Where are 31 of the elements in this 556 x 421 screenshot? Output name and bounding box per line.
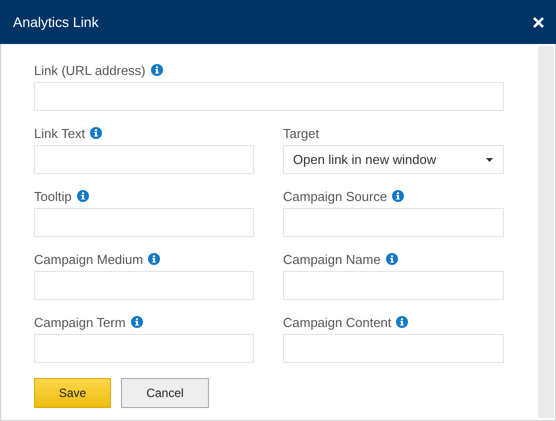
text-field[interactable] bbox=[34, 271, 254, 300]
field-label: Campaign Term bbox=[34, 314, 126, 330]
field-label: Target bbox=[283, 126, 320, 140]
info-icon[interactable] bbox=[150, 64, 163, 76]
field-label: Campaign Name bbox=[283, 252, 381, 266]
caret-icon bbox=[486, 158, 493, 162]
text-field[interactable] bbox=[34, 334, 254, 363]
field-label: Link (URL address) bbox=[34, 62, 146, 78]
info-icon[interactable] bbox=[396, 316, 408, 328]
info-icon[interactable] bbox=[76, 190, 89, 202]
field-label: Campaign Content bbox=[283, 314, 392, 330]
text-field[interactable] bbox=[34, 145, 254, 174]
field-label: Link Text bbox=[34, 126, 86, 140]
close-icon[interactable] bbox=[533, 16, 544, 28]
field-label: Campaign Source bbox=[283, 188, 388, 204]
text-field[interactable] bbox=[283, 334, 504, 363]
field-label: Campaign Medium bbox=[34, 252, 144, 266]
target-dropdown[interactable]: Open link in new window bbox=[283, 145, 504, 174]
cancel-button[interactable]: Cancel bbox=[121, 378, 209, 408]
info-icon[interactable] bbox=[392, 190, 404, 202]
info-icon[interactable] bbox=[130, 316, 143, 328]
text-field[interactable] bbox=[34, 208, 254, 237]
save-button[interactable]: Save bbox=[34, 378, 111, 408]
text-field[interactable] bbox=[34, 82, 504, 111]
text-field[interactable] bbox=[283, 271, 504, 300]
window-title: Analytics Link bbox=[13, 14, 99, 30]
info-icon[interactable] bbox=[148, 253, 160, 265]
info-icon[interactable] bbox=[90, 127, 102, 139]
info-icon[interactable] bbox=[386, 253, 398, 265]
text-field[interactable] bbox=[283, 208, 504, 237]
field-label: Tooltip bbox=[34, 188, 72, 204]
